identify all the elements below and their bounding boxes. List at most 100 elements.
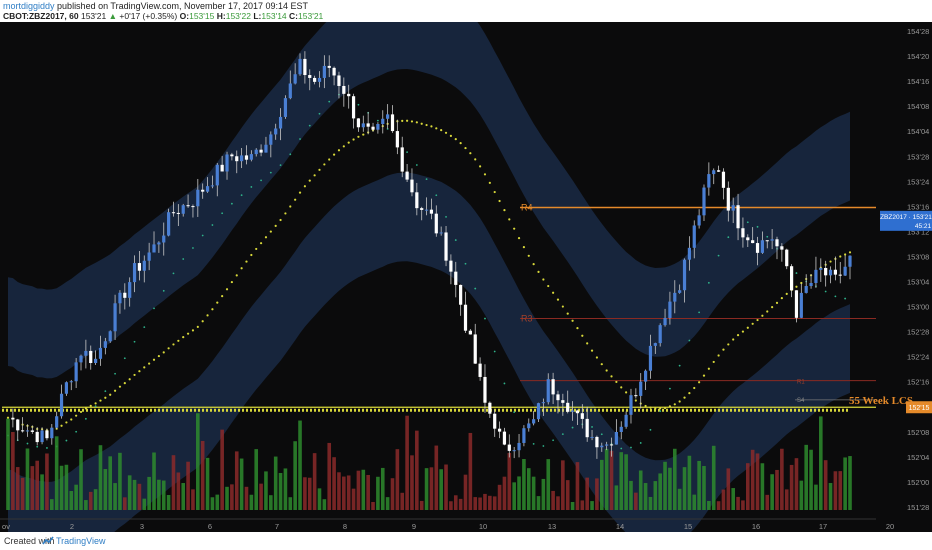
volume-bar [439,469,443,510]
volume-bar [658,473,662,510]
volume-bar [215,494,220,510]
ma-slow-dot [449,134,453,137]
ma-fast-dot [123,357,126,360]
volume-bar [424,468,429,510]
candle-body [288,83,292,99]
candle-body [600,445,604,448]
ma-slow-dot [143,366,146,369]
candle-body [721,171,726,188]
price-chart[interactable]: R4R3R1S4 55 Week LCS154'28154'20154'16154… [0,22,932,532]
volume-bar [186,461,190,510]
header: mortdiggiddy published on TradingView.co… [0,0,932,22]
candle-body [614,431,618,445]
ma-slow-dot [454,138,457,141]
ma-slow-dot [590,349,594,352]
candle-body [162,235,166,243]
volume-bar [283,468,288,510]
candle-body [390,114,395,132]
candle-body [11,417,15,420]
candle-body [55,416,59,428]
volume-bar [366,474,370,510]
candle-body [775,239,779,247]
candle-body [741,228,745,238]
ma-slow-dot [576,327,579,330]
candle-body [303,58,307,76]
ma-fast-dot [289,153,292,156]
tradingview-brand[interactable]: TradingView [56,536,106,546]
ma-slow-dot [172,343,175,346]
ma-slow-dot [133,373,136,377]
x-tick-label: ov [2,522,10,531]
candle-body [843,266,847,276]
candle-body [794,290,799,318]
candle-body [575,410,580,414]
ma-slow-dot [157,354,160,358]
ma-slow-dot [483,173,487,176]
candle-body [98,347,103,359]
candle-body [478,363,482,377]
ma-fast-dot [114,372,116,375]
ma-fast-dot [474,287,477,290]
candle-body [410,179,414,193]
ma-slow-dot [605,369,608,372]
candle-body [259,149,263,153]
volume-bar [721,489,726,510]
ma-slow-dot [109,393,112,396]
candle-body [848,255,852,267]
ma-fast-dot [279,164,282,166]
ma-slow-dot [561,305,564,308]
ma-slow-dot [104,396,107,399]
close-value: 153'21 [298,11,324,21]
level-label-55-week-lcs: 55 Week LCS [849,395,913,407]
open-label: O: [179,11,190,21]
candle-body [308,75,312,78]
volume-bar [556,496,560,510]
candle-body [64,382,69,394]
volume-bar [590,501,594,510]
volume-bar [225,486,229,510]
volume-bar [54,436,59,510]
volume-bar [327,442,332,510]
volume-bar [818,416,823,510]
ma-fast-dot [766,235,769,238]
candle-body [678,290,682,293]
candle-body [536,403,541,420]
ma-slow-dot [678,400,681,403]
candle-body [566,402,570,412]
ma-slow-dot [746,326,749,329]
candle-body [527,423,531,429]
high-value: 153'22 [225,11,251,21]
candle-body [692,225,696,248]
volume-bar [653,481,658,510]
candle-body [497,428,502,432]
ma-slow-dot [337,149,341,152]
candle-body [254,149,258,155]
candle-body [278,116,283,129]
ma-slow-dot [493,190,496,194]
candle-body [760,240,764,253]
ma-fast-dot [532,442,535,445]
volume-bar [127,475,132,510]
ma-slow-dot [410,120,414,123]
volume-bar [200,440,205,510]
volume-bar [750,449,755,510]
ma-slow-dot [547,284,550,288]
volume-bar [137,483,142,510]
ma-fast-dot [230,202,233,205]
volume-bar [745,463,750,510]
ma-slow-dot [430,125,433,128]
ma-fast-dot [46,447,48,449]
ma-fast-dot [182,258,185,260]
ma-slow-dot [732,338,735,341]
candle-body [244,155,249,160]
ma-slow-dot [401,119,404,122]
volume-bar [84,500,88,510]
candle-body [468,330,472,335]
candle-body [108,331,112,342]
ma-slow-dot [663,406,667,410]
close-label: C: [289,11,299,21]
ma-slow-dot [186,332,190,335]
y-tick-label: 152'08 [907,428,929,437]
ma-slow-dot [644,404,647,408]
author-link[interactable]: mortdiggiddy [3,1,55,11]
